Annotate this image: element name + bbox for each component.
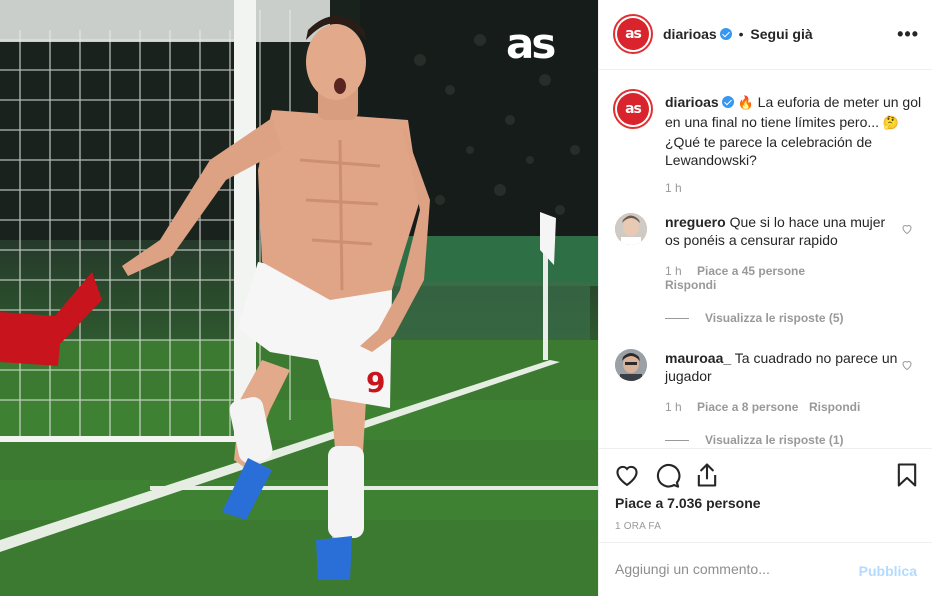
follow-button[interactable]: Segui già xyxy=(750,26,812,42)
photo-illustration: 9 xyxy=(0,0,598,596)
comment-likes[interactable]: Piace a 8 persone xyxy=(697,400,798,414)
post-photo[interactable]: 9 as xyxy=(0,0,598,596)
caption-time[interactable]: 1 h xyxy=(665,181,682,195)
user-photo-icon xyxy=(615,349,647,381)
verified-icon xyxy=(719,28,732,40)
view-replies-button[interactable]: Visualizza le risposte (1) xyxy=(705,433,844,447)
comment-bubble-icon[interactable] xyxy=(653,461,681,489)
comment-time[interactable]: 1 h xyxy=(665,264,682,278)
reply-button[interactable]: Rispondi xyxy=(809,400,860,414)
comment-username[interactable]: nreguero xyxy=(665,214,726,230)
share-upload-icon[interactable] xyxy=(693,461,721,489)
comment-likes[interactable]: Piace a 45 persone xyxy=(697,264,805,278)
fire-emoji: 🔥 xyxy=(737,96,754,111)
like-comment-heart-icon[interactable] xyxy=(901,223,913,235)
reply-button[interactable]: Rispondi xyxy=(665,278,716,292)
like-comment-heart-icon[interactable] xyxy=(901,359,913,371)
post-side-panel: as diarioas • Segui già ••• as diarioas … xyxy=(598,0,932,596)
post-timestamp: 1 ORA FA xyxy=(615,521,662,532)
comment-time[interactable]: 1 h xyxy=(665,400,682,414)
add-comment-bar: Pubblica xyxy=(599,542,932,596)
caption-username[interactable]: diarioas xyxy=(665,94,719,110)
as-logo: as xyxy=(506,19,556,68)
caption-avatar[interactable]: as xyxy=(613,89,653,129)
caption-text: diarioas 🔥 La euforia de meter un gol en… xyxy=(665,93,923,169)
replies-divider xyxy=(665,440,689,441)
comment-username[interactable]: mauroaa_ xyxy=(665,350,731,366)
comment-text: nreguero Que si lo hace una mujer os pon… xyxy=(665,213,901,249)
post-header: as diarioas • Segui già ••• xyxy=(599,0,932,70)
more-options-icon[interactable]: ••• xyxy=(897,24,919,45)
view-replies-button[interactable]: Visualizza le risposte (5) xyxy=(705,311,844,325)
bookmark-icon[interactable] xyxy=(893,461,921,489)
thinking-emoji: 🤔 xyxy=(882,116,900,131)
like-heart-icon[interactable] xyxy=(613,461,641,489)
verified-icon xyxy=(721,96,734,108)
user-photo-icon xyxy=(615,213,647,245)
comment-avatar[interactable] xyxy=(615,349,647,381)
likes-count[interactable]: Piace a 7.036 persone xyxy=(615,495,761,511)
header-user: diarioas • Segui già xyxy=(663,26,813,42)
header-username[interactable]: diarioas xyxy=(663,26,717,42)
separator-dot: • xyxy=(738,26,744,42)
comment-avatar[interactable] xyxy=(615,213,647,245)
publish-button[interactable]: Pubblica xyxy=(859,563,917,579)
comment-text: mauroaa_ Ta cuadrado no parece un jugado… xyxy=(665,349,901,385)
header-avatar[interactable]: as xyxy=(613,14,653,54)
comments-list[interactable]: as diarioas 🔥 La euforia de meter un gol… xyxy=(599,71,932,447)
caption-body-2: ¿Qué te parece la celebración de Lewando… xyxy=(665,134,873,168)
jersey-number: 9 xyxy=(366,366,385,399)
post-actions: Piace a 7.036 persone 1 ORA FA xyxy=(599,448,932,542)
replies-divider xyxy=(665,318,689,319)
comment-input[interactable] xyxy=(615,557,845,581)
